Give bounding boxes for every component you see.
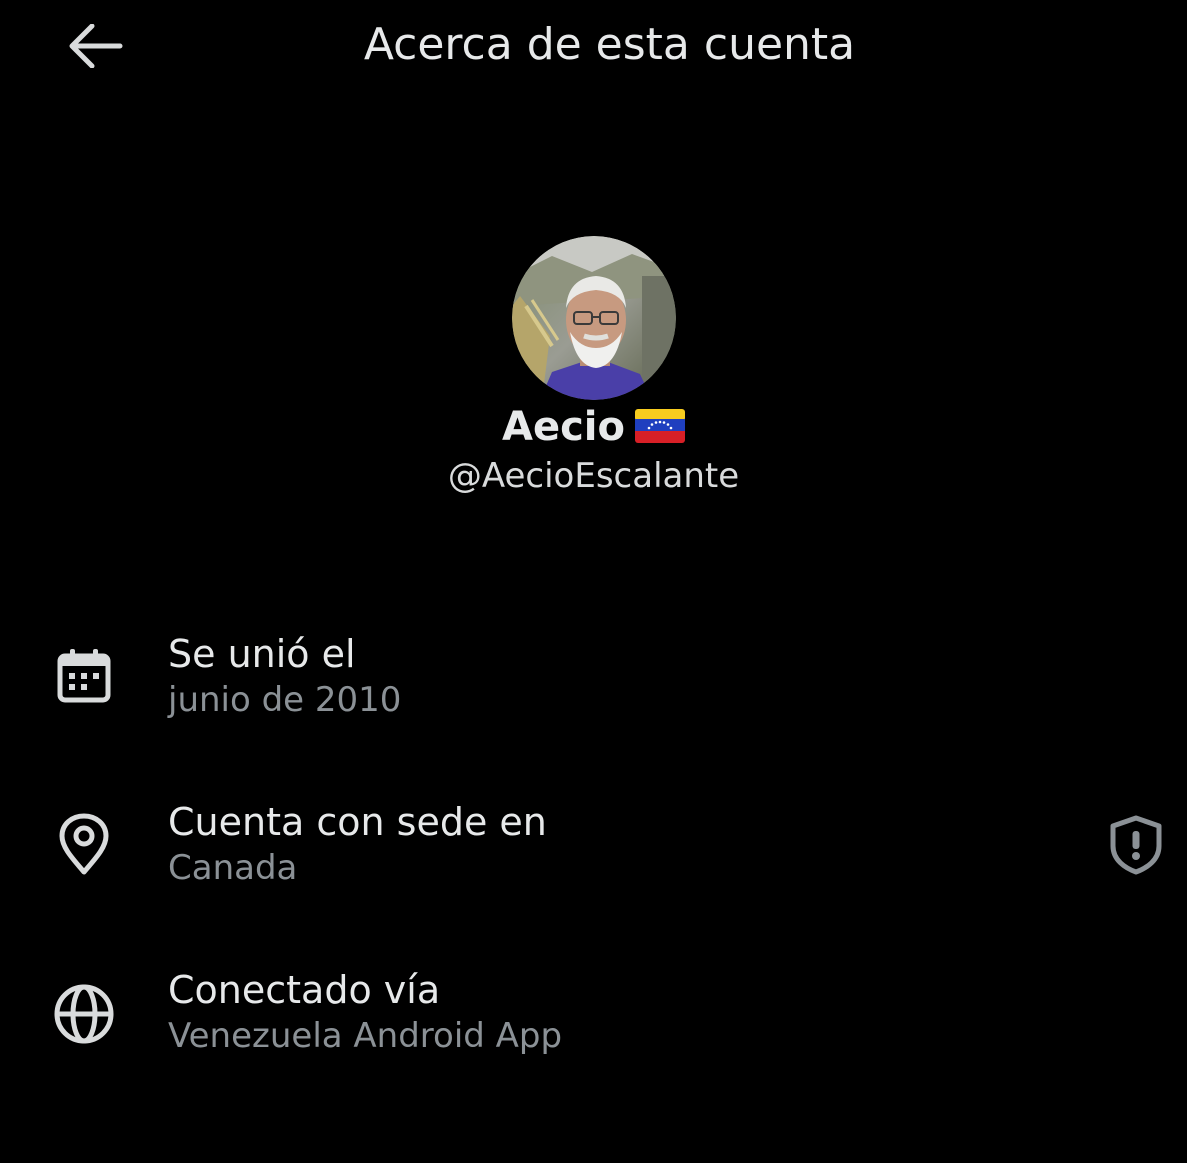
info-text-joined: Se unió el junio de 2010 — [168, 630, 401, 722]
info-text-connected-via: Conectado vía Venezuela Android App — [168, 966, 562, 1058]
info-row-based-in: Cuenta con sede en Canada — [0, 796, 1187, 906]
profile-header: Aecio @AecioEscalante — [0, 236, 1187, 498]
info-value: junio de 2010 — [168, 680, 402, 720]
venezuela-flag-icon — [635, 409, 685, 443]
info-value: Canada — [168, 848, 298, 888]
avatar[interactable] — [511, 236, 676, 400]
shield-alert-icon[interactable] — [1103, 812, 1169, 878]
globe-icon — [48, 978, 120, 1050]
info-value: Venezuela Android App — [168, 1016, 563, 1056]
info-text-based-in: Cuenta con sede en Canada — [168, 798, 547, 890]
info-title: Conectado vía — [168, 968, 441, 1012]
info-row-connected-via: Conectado vía Venezuela Android App — [0, 964, 1187, 1074]
user-handle: @AecioEscalante — [447, 456, 740, 496]
calendar-icon — [48, 640, 120, 712]
info-row-joined: Se unió el junio de 2010 — [0, 628, 1187, 738]
info-title: Se unió el — [168, 632, 356, 676]
display-name: Aecio — [502, 404, 625, 450]
name-row: Aecio — [0, 402, 1187, 452]
location-pin-icon — [48, 808, 120, 880]
info-title: Cuenta con sede en — [168, 800, 547, 844]
page-title: Acerca de esta cuenta — [363, 19, 856, 70]
top-bar: Acerca de esta cuenta — [0, 0, 1187, 92]
